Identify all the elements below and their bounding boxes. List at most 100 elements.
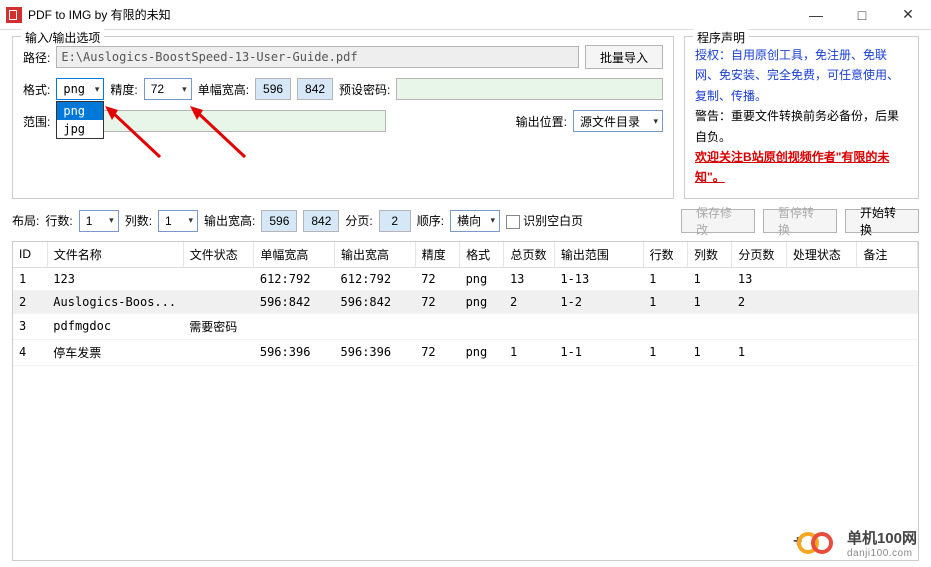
- table-cell: 596:842: [254, 290, 335, 313]
- chevron-down-icon: ▾: [182, 84, 187, 95]
- start-button[interactable]: 开始转换: [845, 209, 919, 233]
- about-link[interactable]: 欢迎关注B站原创视频作者"有限的未知"。: [695, 150, 889, 184]
- table-cell: 1: [13, 267, 47, 290]
- output-pos-select[interactable]: 源文件目录 ▾: [573, 110, 663, 132]
- table-cell: [183, 267, 254, 290]
- format-option-png[interactable]: png: [57, 102, 103, 120]
- minimize-button[interactable]: —: [793, 0, 839, 30]
- table-cell: png: [460, 290, 504, 313]
- table-row[interactable]: 4停车发票596:396596:39672png11-1111: [13, 339, 918, 365]
- table-cell: 1-2: [554, 290, 643, 313]
- col-header[interactable]: 行数: [643, 242, 687, 268]
- col-header[interactable]: 分页数: [732, 242, 786, 268]
- watermark: + 单机100网 danji100.com: [797, 527, 917, 559]
- table-cell: [732, 313, 786, 339]
- table-row[interactable]: 3pdfmgdoc需要密码: [13, 313, 918, 339]
- maximize-button[interactable]: □: [839, 0, 885, 30]
- table-cell: [857, 267, 918, 290]
- table-cell: 1: [504, 339, 554, 365]
- col-header[interactable]: 单幅宽高: [254, 242, 335, 268]
- table-cell: 1: [643, 267, 687, 290]
- table-cell: 13: [732, 267, 786, 290]
- table-cell: 2: [13, 290, 47, 313]
- file-table[interactable]: ID文件名称文件状态单幅宽高输出宽高精度格式总页数输出范围行数列数分页数处理状态…: [12, 241, 919, 561]
- table-row[interactable]: 2Auslogics-Boos...596:842596:84272png21-…: [13, 290, 918, 313]
- io-legend: 输入/输出选项: [21, 29, 104, 46]
- batch-import-button[interactable]: 批量导入: [585, 45, 663, 69]
- path-input[interactable]: [56, 46, 579, 68]
- table-cell: [554, 313, 643, 339]
- table-cell: 1: [643, 290, 687, 313]
- table-cell: 1: [732, 339, 786, 365]
- single-height[interactable]: 842: [297, 78, 333, 100]
- out-wh-label: 输出宽高:: [204, 212, 255, 229]
- table-cell: Auslogics-Boos...: [47, 290, 183, 313]
- range-input[interactable]: [56, 110, 386, 132]
- titlebar: PDF to IMG by 有限的未知 — □ ✕: [0, 0, 931, 30]
- table-cell: [335, 313, 416, 339]
- cols-select[interactable]: 1▾: [158, 210, 198, 232]
- table-cell: 596:396: [335, 339, 416, 365]
- rows-label: 行数:: [45, 212, 72, 229]
- col-header[interactable]: 总页数: [504, 242, 554, 268]
- table-cell: 1: [643, 339, 687, 365]
- page-value: 2: [379, 210, 411, 232]
- col-header[interactable]: 输出宽高: [335, 242, 416, 268]
- output-pos-label: 输出位置:: [516, 113, 567, 130]
- dpi-select[interactable]: 72 ▾: [144, 78, 192, 100]
- col-header[interactable]: ID: [13, 242, 47, 268]
- table-cell: [857, 339, 918, 365]
- watermark-logo: +: [797, 527, 841, 559]
- chevron-down-icon: ▾: [95, 84, 100, 95]
- out-height[interactable]: 842: [303, 210, 339, 232]
- io-options-group: 输入/输出选项 路径: 批量导入 格式: png ▾ png jpg 精度:: [12, 36, 674, 199]
- table-cell: [786, 267, 857, 290]
- col-header[interactable]: 文件名称: [47, 242, 183, 268]
- table-cell: 1-1: [554, 339, 643, 365]
- chevron-down-icon: ▾: [109, 215, 114, 226]
- order-label: 顺序:: [417, 212, 444, 229]
- format-value: png: [63, 82, 85, 96]
- col-header[interactable]: 文件状态: [183, 242, 254, 268]
- out-width[interactable]: 596: [261, 210, 297, 232]
- col-header[interactable]: 输出范围: [554, 242, 643, 268]
- format-select[interactable]: png ▾ png jpg: [56, 78, 104, 100]
- col-header[interactable]: 精度: [415, 242, 459, 268]
- preset-pwd-input[interactable]: [396, 78, 663, 100]
- table-cell: 1: [687, 290, 731, 313]
- table-cell: 72: [415, 267, 459, 290]
- table-cell: [786, 339, 857, 365]
- single-width[interactable]: 596: [255, 78, 291, 100]
- table-cell: [254, 313, 335, 339]
- table-cell: 596:396: [254, 339, 335, 365]
- col-header[interactable]: 列数: [687, 242, 731, 268]
- col-header[interactable]: 格式: [460, 242, 504, 268]
- table-cell: 2: [504, 290, 554, 313]
- table-cell: 612:792: [254, 267, 335, 290]
- table-row[interactable]: 1123612:792612:79272png131-131113: [13, 267, 918, 290]
- format-option-jpg[interactable]: jpg: [57, 120, 103, 138]
- close-button[interactable]: ✕: [885, 0, 931, 30]
- chevron-down-icon: ▾: [653, 116, 658, 127]
- table-cell: 1: [687, 339, 731, 365]
- watermark-text: 单机100网: [847, 527, 917, 548]
- rows-select[interactable]: 1▾: [79, 210, 119, 232]
- table-cell: [786, 313, 857, 339]
- app-icon: [6, 7, 22, 23]
- format-dropdown: png jpg: [56, 101, 104, 139]
- chevron-down-icon: ▾: [491, 215, 496, 226]
- output-pos-value: 源文件目录: [580, 113, 640, 130]
- table-cell: 1-13: [554, 267, 643, 290]
- col-header[interactable]: 备注: [857, 242, 918, 268]
- col-header[interactable]: 处理状态: [786, 242, 857, 268]
- table-cell: [504, 313, 554, 339]
- detect-blank-checkbox[interactable]: 识别空白页: [506, 212, 583, 229]
- table-cell: 612:792: [335, 267, 416, 290]
- window-controls: — □ ✕: [793, 0, 931, 30]
- page-label: 分页:: [345, 212, 372, 229]
- table-cell: [687, 313, 731, 339]
- table-cell: png: [460, 339, 504, 365]
- layout-label: 布局:: [12, 212, 39, 229]
- order-select[interactable]: 横向▾: [450, 210, 500, 232]
- table-cell: [643, 313, 687, 339]
